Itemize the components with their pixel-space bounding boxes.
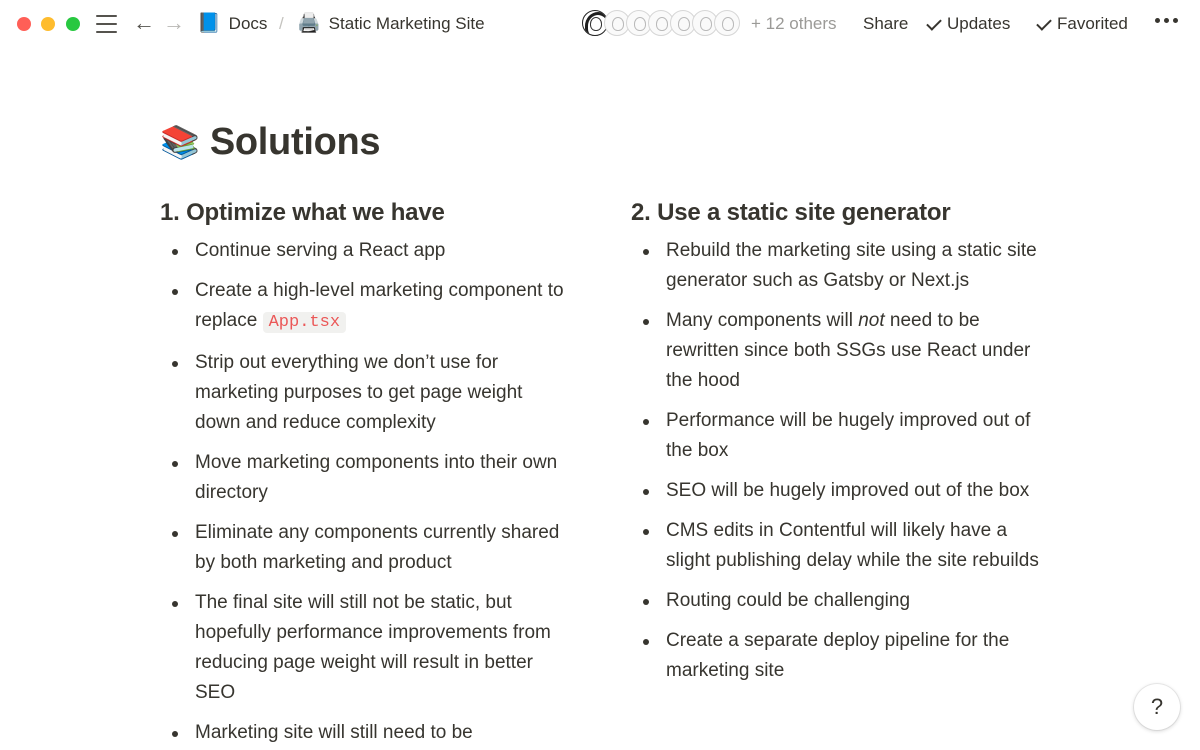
inline-code: App.tsx — [262, 312, 347, 333]
list-item: Routing could be challenging — [631, 586, 1041, 616]
column-static-site-generator: 2. Use a static site generator Rebuild t… — [631, 196, 1051, 696]
favorited-label: Favorited — [1057, 14, 1128, 33]
top-bar: ← → 📘 Docs / 🖨️ Static Marketing Site + … — [0, 0, 1200, 48]
help-button[interactable]: ? — [1134, 684, 1180, 730]
column-optimize: 1. Optimize what we have Continue servin… — [160, 196, 580, 750]
more-options-icon[interactable] — [1155, 18, 1178, 23]
window-minimize-button[interactable] — [41, 17, 55, 31]
page-title-text: Solutions — [209, 121, 381, 163]
share-button[interactable]: Share — [863, 12, 908, 36]
printer-icon: 🖨️ — [297, 13, 321, 34]
back-arrow-icon[interactable]: ← — [133, 11, 155, 35]
list-item: Marketing site will still need to be — [160, 718, 570, 748]
list-item: Performance will be hugely improved out … — [631, 406, 1041, 466]
bullet-list: Rebuild the marketing site using a stati… — [631, 236, 1051, 686]
list-item: SEO will be hugely improved out of the b… — [631, 476, 1041, 506]
favorited-button[interactable]: Favorited — [1037, 12, 1128, 36]
avatar[interactable] — [714, 10, 740, 36]
books-icon: 📚 — [160, 124, 200, 160]
updates-button[interactable]: Updates — [927, 12, 1010, 36]
list-item: Create a separate deploy pipeline for th… — [631, 626, 1041, 686]
emphasis-text: not — [858, 310, 885, 331]
others-count[interactable]: + 12 others — [751, 12, 837, 36]
collaborator-avatars[interactable] — [582, 10, 740, 36]
breadcrumb-separator: / — [279, 14, 284, 33]
breadcrumb-site-label: Static Marketing Site — [328, 14, 485, 33]
window-zoom-button[interactable] — [66, 17, 80, 31]
updates-label: Updates — [947, 14, 1011, 33]
blue-book-icon: 📘 — [197, 13, 221, 34]
breadcrumb-docs[interactable]: 📘 Docs — [197, 12, 267, 36]
share-label: Share — [863, 14, 909, 33]
window-close-button[interactable] — [17, 17, 31, 31]
bullet-list: Continue serving a React app Create a hi… — [160, 236, 580, 748]
list-item: Many components will not need to be rewr… — [631, 306, 1041, 396]
breadcrumb-static-marketing-site[interactable]: 🖨️ Static Marketing Site — [297, 12, 485, 36]
list-item-text: Create a high-level marketing component … — [195, 280, 564, 331]
list-item: Create a high-level marketing component … — [160, 276, 570, 338]
list-item: Rebuild the marketing site using a stati… — [631, 236, 1041, 296]
list-item: CMS edits in Contentful will likely have… — [631, 516, 1041, 576]
section-heading: 2. Use a static site generator — [631, 199, 951, 226]
list-item: Move marketing components into their own… — [160, 448, 570, 508]
list-item: Strip out everything we don’t use for ma… — [160, 348, 570, 438]
section-heading: 1. Optimize what we have — [160, 199, 445, 226]
checkmark-icon — [1037, 17, 1051, 31]
list-item: The final site will still not be static,… — [160, 588, 570, 708]
checkmark-icon — [927, 17, 941, 31]
list-item-text: Many components will — [666, 310, 853, 331]
page-title: 📚 Solutions — [160, 118, 381, 166]
breadcrumb-docs-label: Docs — [228, 14, 268, 33]
sidebar-menu-icon[interactable] — [96, 15, 117, 33]
list-item: Eliminate any components currently share… — [160, 518, 570, 578]
list-item: Continue serving a React app — [160, 236, 570, 266]
forward-arrow-icon[interactable]: → — [163, 11, 185, 35]
question-mark-icon: ? — [1150, 694, 1164, 719]
